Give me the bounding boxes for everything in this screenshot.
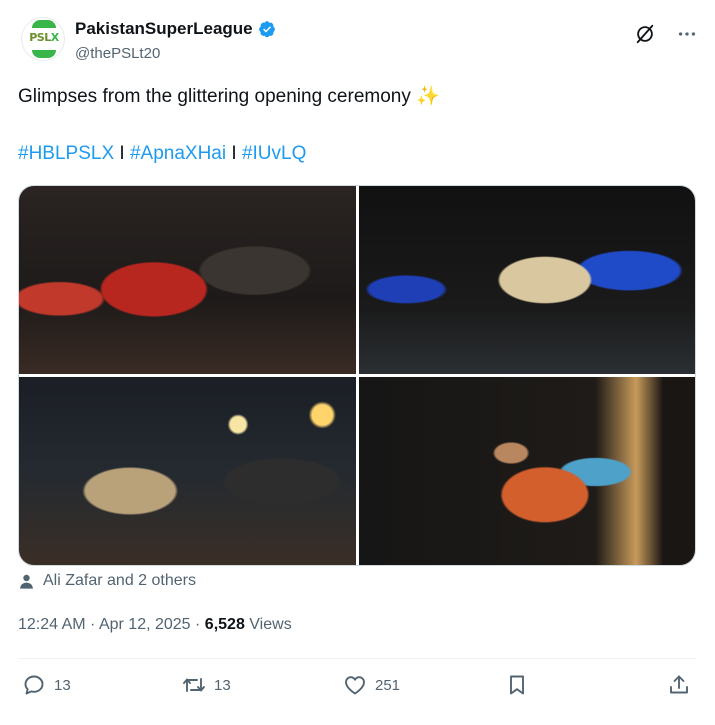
views-count: 6,528 bbox=[204, 616, 245, 633]
photo-singer-colorful-jacket[interactable] bbox=[359, 377, 695, 565]
reply-button[interactable]: 13 bbox=[22, 673, 71, 697]
share-icon bbox=[670, 675, 688, 694]
name-row: PakistanSuperLeague bbox=[75, 19, 276, 39]
more-icon[interactable] bbox=[676, 23, 698, 45]
hashtag-hblpslx[interactable]: #HBLPSLX bbox=[18, 143, 114, 164]
tagged-people[interactable]: Ali Zafar and 2 others bbox=[18, 572, 196, 590]
media-grid bbox=[18, 185, 696, 566]
like-button[interactable]: 251 bbox=[343, 673, 400, 697]
tweet-meta: 12:24 AM · Apr 12, 2025 · 6,528 Views bbox=[18, 616, 292, 634]
tweet-date[interactable]: Apr 12, 2025 bbox=[99, 616, 191, 633]
divider bbox=[18, 658, 696, 659]
sparkles-emoji: ✨ bbox=[416, 86, 440, 107]
bookmark-button[interactable] bbox=[505, 673, 529, 697]
verified-badge-icon bbox=[258, 21, 275, 38]
repost-button[interactable]: 13 bbox=[182, 673, 231, 697]
reply-count: 13 bbox=[54, 676, 71, 694]
display-name[interactable]: PakistanSuperLeague bbox=[75, 19, 253, 39]
reply-icon bbox=[24, 675, 44, 695]
hashtag-line: #HBLPSLX I #ApnaXHai I #IUvLQ bbox=[18, 140, 306, 168]
like-count: 251 bbox=[375, 676, 401, 694]
grok-icon[interactable] bbox=[634, 23, 656, 45]
tweet-text: Glimpses from the glittering opening cer… bbox=[18, 83, 440, 111]
hashtag-separator: I bbox=[226, 143, 242, 164]
action-bar: 13 13 251 bbox=[18, 673, 696, 703]
share-button[interactable] bbox=[667, 673, 691, 697]
hashtag-separator: I bbox=[114, 143, 130, 164]
like-icon bbox=[345, 676, 365, 695]
meta-dot-2: · bbox=[190, 616, 205, 633]
avatar-logo: PSLX bbox=[29, 31, 59, 44]
avatar[interactable]: PSLX bbox=[21, 17, 65, 61]
repost-count: 13 bbox=[214, 676, 231, 694]
retweet-icon bbox=[183, 678, 205, 692]
avatar-ring-bottom bbox=[32, 50, 56, 58]
handle[interactable]: @thePSLt20 bbox=[75, 45, 160, 62]
hashtag-iuvlq[interactable]: #IUvLQ bbox=[242, 143, 306, 164]
hashtag-apnaxhai[interactable]: #ApnaXHai bbox=[130, 143, 226, 164]
photo-singer-on-stage[interactable] bbox=[359, 186, 695, 374]
photo-performers-red-outfit[interactable] bbox=[19, 186, 356, 374]
photo-rappers-on-stage[interactable] bbox=[19, 377, 356, 565]
views-label: Views bbox=[249, 616, 292, 633]
meta-dot: · bbox=[85, 616, 99, 633]
tweet-time[interactable]: 12:24 AM bbox=[18, 616, 86, 633]
person-icon bbox=[20, 574, 33, 589]
avatar-ring-top bbox=[32, 20, 56, 28]
bookmark-icon bbox=[510, 675, 524, 695]
tweet-header: PSLX PakistanSuperLeague @thePSLt20 bbox=[18, 12, 698, 68]
tweet-body: Glimpses from the glittering opening cer… bbox=[18, 86, 411, 107]
tagged-text: Ali Zafar and 2 others bbox=[43, 572, 196, 589]
